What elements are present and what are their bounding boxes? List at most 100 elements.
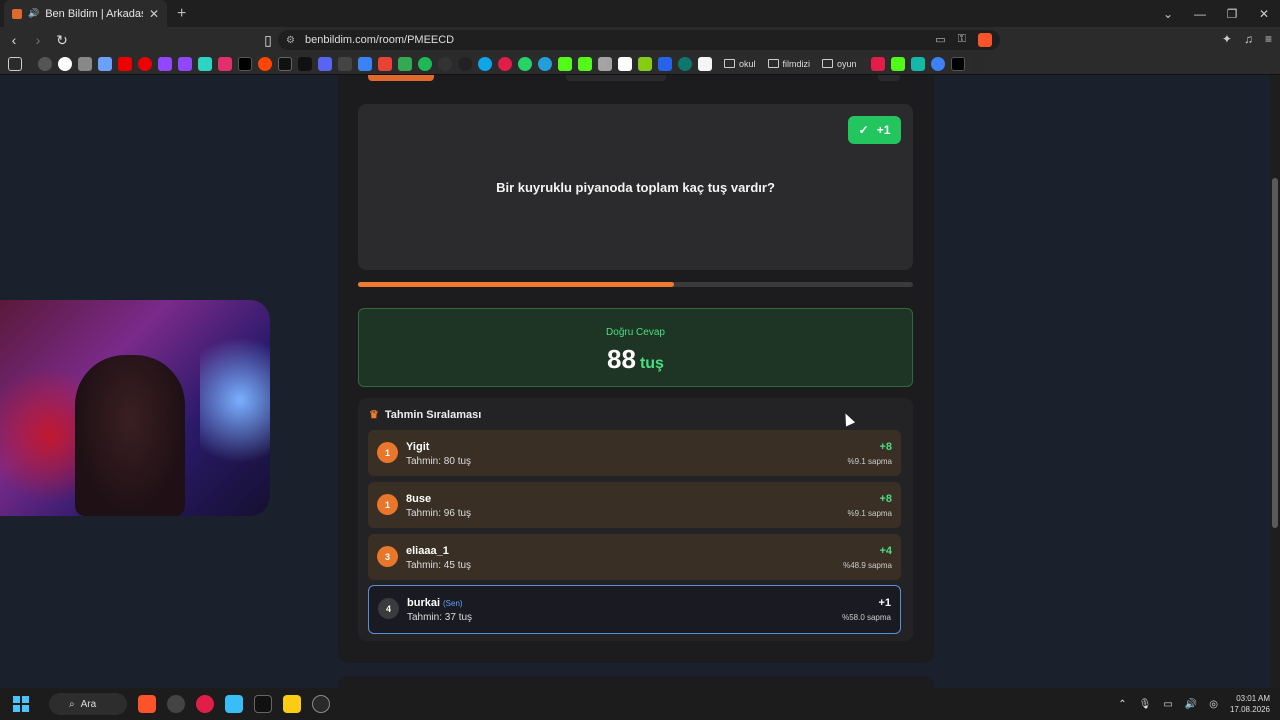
bookmark-folder-okul[interactable]: okul <box>724 59 756 69</box>
folder-icon <box>767 59 779 68</box>
spotify-icon[interactable] <box>418 56 432 71</box>
search-label: Ara <box>80 698 97 710</box>
close-tab-icon[interactable]: ✕ <box>149 7 159 21</box>
whatsapp-icon[interactable] <box>518 56 532 71</box>
bookmark-icon-7[interactable] <box>598 56 612 71</box>
file-explorer-icon[interactable] <box>283 695 301 713</box>
timer-progress-bar <box>358 282 913 287</box>
tray-overflow-icon[interactable]: ⌃ <box>1118 699 1126 710</box>
brave-shields-icon[interactable] <box>978 33 992 47</box>
correct-answer-panel: Doğru Cevap 88 tuş <box>358 308 913 387</box>
threads-icon[interactable] <box>278 56 292 71</box>
chat-icon[interactable]: ◎ <box>1209 699 1218 710</box>
media-player-icon[interactable] <box>196 695 214 713</box>
obs-icon[interactable] <box>167 695 185 713</box>
clock[interactable]: 03:01 AM 17.08.2026 <box>1230 693 1270 715</box>
windows-start-icon[interactable] <box>13 696 29 712</box>
gemini-icon[interactable] <box>98 56 112 71</box>
bookmark-folder-filmdizi[interactable]: filmdizi <box>767 59 810 69</box>
player-guess: Tahmin: 45 tuş <box>406 560 472 571</box>
bookmark-icon-11[interactable] <box>678 56 692 71</box>
folder-icon <box>724 59 735 68</box>
forward-icon[interactable]: › <box>28 32 48 48</box>
edge-icon[interactable] <box>478 56 492 71</box>
telegram-icon[interactable] <box>538 56 552 71</box>
player-guess: Tahmin: 37 tuş <box>407 612 473 623</box>
kick-tv-icon[interactable] <box>198 56 212 71</box>
browser-tab[interactable]: 🔊 Ben Bildim | Arkadaşlarınla O ✕ <box>4 0 167 27</box>
player-name: Yigit <box>406 441 430 453</box>
bookmark-icon-6[interactable] <box>498 56 512 71</box>
bookmark-icon-12[interactable] <box>698 56 712 71</box>
question-text: Bir kuyruklu piyanoda toplam kaç tuş var… <box>496 180 775 195</box>
volume-icon[interactable]: 🔊 <box>1185 699 1197 710</box>
bookmark-icon-10[interactable] <box>658 56 672 71</box>
drive-icon[interactable] <box>398 56 412 71</box>
kick-icon[interactable] <box>558 56 572 71</box>
x-icon[interactable] <box>238 56 252 71</box>
player-name: burkai <box>407 597 441 609</box>
scrollbar-thumb[interactable] <box>1272 178 1278 528</box>
bookmark-icon-16[interactable] <box>970 56 985 71</box>
new-tab-icon[interactable]: + <box>177 5 186 23</box>
page-scrollbar[interactable] <box>1270 75 1280 688</box>
ranking-title: Tahmin Sıralaması <box>384 408 482 421</box>
network-icon[interactable]: ▭ <box>1163 699 1172 710</box>
extensions-icon[interactable]: ✦ <box>1222 32 1232 46</box>
google-icon[interactable] <box>58 56 72 71</box>
youtube-icon[interactable] <box>118 56 132 71</box>
microphone-icon[interactable]: 🎙 <box>1139 699 1152 710</box>
bookmark-icon-5[interactable] <box>438 56 452 71</box>
minimize-icon[interactable]: — <box>1184 7 1216 21</box>
maximize-icon[interactable]: ❐ <box>1216 7 1248 21</box>
history-icon[interactable] <box>38 56 52 71</box>
bookmark-icon-2[interactable] <box>78 56 92 71</box>
url-field[interactable]: ⚙ benbildim.com/room/PMEECD ▭ ⚿ <box>278 30 1000 50</box>
photos-icon[interactable] <box>225 695 243 713</box>
top-button-remnant <box>368 75 434 81</box>
windows-taskbar: ⌕ Ara ⌃ 🎙 ▭ 🔊 ◎ 03:01 AM 17.08.2026 <box>0 688 1280 720</box>
tiktok-icon[interactable] <box>298 56 312 71</box>
player-points: +8 <box>879 493 892 505</box>
instagram-icon[interactable] <box>218 56 232 71</box>
ranking-row: 1 8use Tahmin: 96 tuş +8 %9.1 sapma <box>368 482 901 528</box>
bookmark-icon-3[interactable] <box>338 56 352 71</box>
twitch-icon[interactable] <box>158 56 172 71</box>
reddit-icon[interactable] <box>258 56 272 71</box>
youtube-music-icon[interactable] <box>138 56 152 71</box>
menu-icon[interactable]: ≡ <box>1265 32 1272 46</box>
reload-icon[interactable]: ↻ <box>52 32 72 49</box>
discord-icon[interactable] <box>318 56 332 71</box>
cast-icon[interactable]: ▭ <box>935 33 945 47</box>
password-key-icon[interactable]: ⚿ <box>958 33 966 47</box>
more-bookmarks-icon[interactable] <box>950 56 965 71</box>
bookmark-icon-15[interactable] <box>930 56 945 71</box>
clock-date: 17.08.2026 <box>1229 705 1270 714</box>
bookmark-folder-oyun[interactable]: oyun <box>822 59 857 69</box>
bookmark-icon[interactable]: ▯ <box>258 32 278 49</box>
bookmark-icon-8[interactable] <box>618 56 632 71</box>
apps-grid-icon[interactable] <box>8 56 22 71</box>
site-info-icon[interactable]: ⚙ <box>286 35 295 46</box>
bookmark-icon-9[interactable] <box>638 56 652 71</box>
media-icon[interactable]: ♫ <box>1244 32 1253 46</box>
kick-icon-3[interactable] <box>890 56 905 71</box>
back-icon[interactable]: ‹ <box>4 32 24 48</box>
twitch-dashboard-icon[interactable] <box>178 56 192 71</box>
bookmark-icon-4[interactable] <box>358 56 372 71</box>
steam-icon[interactable] <box>312 695 330 713</box>
taskbar-search[interactable]: ⌕ Ara <box>49 693 127 715</box>
kick-icon-2[interactable] <box>578 56 592 71</box>
page-content: ✓ +1 Bir kuyruklu piyanoda toplam kaç tu… <box>0 75 1270 688</box>
ranking-row: 1 Yigit Tahmin: 80 tuş +8 %9.1 sapma <box>368 430 901 476</box>
top-panel-remnant <box>566 75 666 81</box>
threads-app-icon[interactable] <box>254 695 272 713</box>
bookmark-icon-14[interactable] <box>910 56 925 71</box>
close-window-icon[interactable]: ✕ <box>1248 7 1280 21</box>
bookmark-icon-13[interactable] <box>870 56 885 71</box>
player-name-wrap: burkai (Sen) <box>407 597 463 609</box>
github-icon[interactable] <box>458 56 472 71</box>
gmail-icon[interactable] <box>378 56 392 71</box>
tab-list-icon[interactable]: ⌄ <box>1152 7 1184 21</box>
brave-browser-icon[interactable] <box>138 695 156 713</box>
